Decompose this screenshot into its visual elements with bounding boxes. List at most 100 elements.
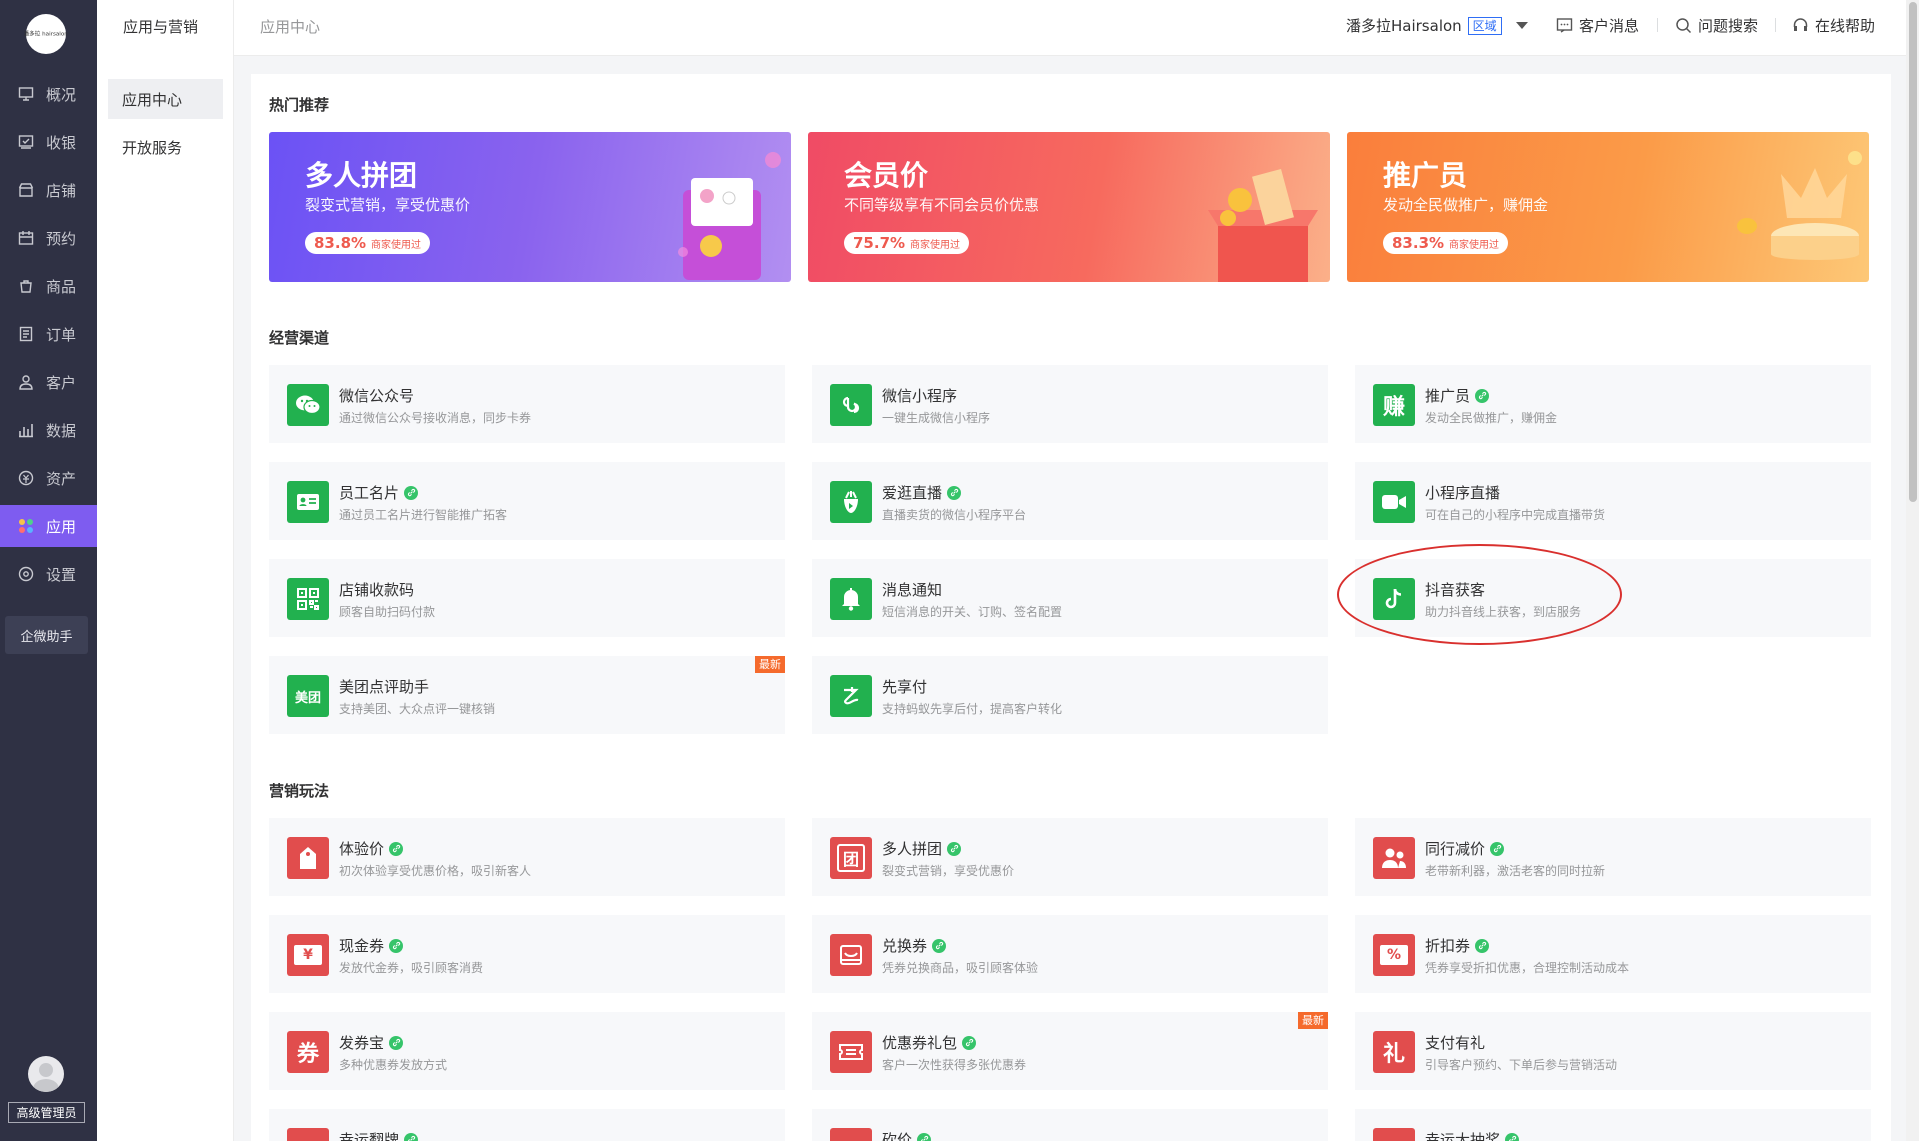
app-name: 幸运翻牌 <box>339 1129 419 1141</box>
link-icon <box>932 938 947 953</box>
brand-logo[interactable]: 潘多拉 hairsalon <box>23 14 69 54</box>
banner-member-price[interactable]: 会员价 不同等级享有不同会员价优惠 75.7% 商家使用过 <box>808 132 1330 282</box>
app-card-wechat-official[interactable]: 微信公众号 通过微信公众号接收消息，同步卡券 <box>269 365 785 443</box>
app-card-meituan[interactable]: 美团 美团点评助手 支持美团、大众点评一键核销 最新 <box>269 656 785 734</box>
nav-label: 概况 <box>46 85 77 104</box>
price-tag-icon <box>287 837 329 879</box>
scrollbar-thumb[interactable] <box>1909 2 1917 502</box>
app-card-miniprogram-live[interactable]: 小程序直播 可在自己的小程序中完成直播带货 <box>1355 462 1871 540</box>
nav-item-cashier[interactable]: 收银 <box>0 121 97 163</box>
link-icon <box>1505 1132 1520 1141</box>
app-card-trial-price[interactable]: 体验价 初次体验享受优惠价格，吸引新客人 <box>269 818 785 896</box>
earn-icon: 赚 <box>1373 384 1415 426</box>
app-desc: 一键生成微信小程序 <box>882 411 991 425</box>
nav-label: 资产 <box>46 469 77 488</box>
nav-item-goods[interactable]: 商品 <box>0 265 97 307</box>
customer-messages-button[interactable]: 客户消息 <box>1556 15 1639 36</box>
coin-icon <box>18 470 34 486</box>
nav-item-data[interactable]: 数据 <box>0 409 97 451</box>
top-bar: 应用中心 潘多拉Hairsalon 区域 客户消息 问题搜索 在线帮助 <box>234 0 1919 56</box>
faq-search-button[interactable]: 问题搜索 <box>1675 15 1758 36</box>
online-help-button[interactable]: 在线帮助 <box>1792 15 1875 36</box>
banner-group-buy[interactable]: 多人拼团 裂变式营销，享受优惠价 83.8% 商家使用过 <box>269 132 791 282</box>
shop-switcher[interactable]: 潘多拉Hairsalon 区域 <box>1346 15 1528 36</box>
app-name-text: 同行减价 <box>1425 840 1486 858</box>
live-icon <box>830 481 872 523</box>
app-card-bargain[interactable]: 砍价 <box>812 1109 1328 1141</box>
divider <box>1775 18 1776 32</box>
gear-icon <box>18 566 34 582</box>
app-card-store-qrcode[interactable]: 店铺收款码 顾客自助扫码付款 <box>269 559 785 637</box>
nav-item-settings[interactable]: 设置 <box>0 553 97 595</box>
app-name-text: 推广员 <box>1425 387 1471 405</box>
app-card-aiguang-live[interactable]: 爱逛直播 直播卖货的微信小程序平台 <box>812 462 1328 540</box>
subnav-item-app-center[interactable]: 应用中心 <box>108 79 223 119</box>
app-name-text: 优惠券礼包 <box>882 1034 958 1052</box>
app-card-staff-card[interactable]: 员工名片 通过员工名片进行智能推广拓客 <box>269 462 785 540</box>
app-card-exchange-coupon[interactable]: 兑换券 凭券兑换商品，吸引顾客体验 <box>812 915 1328 993</box>
app-desc: 初次体验享受优惠价格，吸引新客人 <box>339 864 532 878</box>
region-tag: 区域 <box>1467 16 1502 35</box>
app-desc: 通过员工名片进行智能推广拓客 <box>339 508 508 522</box>
chevron-down-icon[interactable] <box>1515 22 1528 29</box>
app-name: 发券宝 <box>339 1032 404 1053</box>
app-card-wechat-miniprogram[interactable]: 微信小程序 一键生成微信小程序 <box>812 365 1328 443</box>
nav-label: 订单 <box>46 325 77 344</box>
app-card-pay-gift[interactable]: 礼 支付有礼 引导客户预约、下单后参与营销活动 <box>1355 1012 1871 1090</box>
nav-item-booking[interactable]: 预约 <box>0 217 97 259</box>
app-desc: 多种优惠券发放方式 <box>339 1058 448 1072</box>
app-name-text: 体验价 <box>339 840 385 858</box>
usage-pill: 83.8% 商家使用过 <box>305 232 431 254</box>
app-desc: 直播卖货的微信小程序平台 <box>882 508 1027 522</box>
app-card-coupon-treasure[interactable]: 券 发券宝 多种优惠券发放方式 <box>269 1012 785 1090</box>
app-card-pay-later[interactable]: 先享付 支持蚂蚁先享后付，提高客户转化 <box>812 656 1328 734</box>
app-card-lucky-flip[interactable]: 幸运翻牌 <box>269 1109 785 1141</box>
banner-promoter[interactable]: 推广员 发动全民做推广，赚佣金 83.3% 商家使用过 <box>1347 132 1869 282</box>
scrollbar[interactable] <box>1906 0 1919 1141</box>
gift-icon: 礼 <box>1373 1031 1415 1073</box>
app-name: 抖音获客 <box>1425 579 1485 600</box>
breadcrumb: 应用中心 <box>260 18 321 36</box>
nav-item-assets[interactable]: 资产 <box>0 457 97 499</box>
subnav-item-open-service[interactable]: 开放服务 <box>108 127 223 167</box>
app-card-promoter[interactable]: 赚 推广员 发动全民做推广，赚佣金 <box>1355 365 1871 443</box>
cash-coupon-glyph: ¥ <box>294 945 322 965</box>
brand-logo-text: 潘多拉 hairsalon <box>23 30 69 38</box>
link-icon <box>947 485 962 500</box>
app-name-text: 幸运翻牌 <box>339 1131 400 1141</box>
app-card-peer-discount[interactable]: 同行减价 老带新利器，激活老客的同时拉新 <box>1355 818 1871 896</box>
nav-item-customers[interactable]: 客户 <box>0 361 97 403</box>
app-name: 爱逛直播 <box>882 482 962 503</box>
app-card-group-buy[interactable]: 团 多人拼团 裂变式营销，享受优惠价 <box>812 818 1328 896</box>
app-desc: 通过微信公众号接收消息，同步卡券 <box>339 411 532 425</box>
app-desc: 发动全民做推广，赚佣金 <box>1425 411 1558 425</box>
avatar[interactable] <box>28 1056 64 1092</box>
app-desc: 短信消息的开关、订购、签名配置 <box>882 605 1063 619</box>
store-icon <box>18 182 34 198</box>
nav-item-overview[interactable]: 概况 <box>0 73 97 115</box>
section-title-marketing: 营销玩法 <box>269 782 330 800</box>
app-card-cash-coupon[interactable]: ¥ 现金券 发放代金券，吸引顾客消费 <box>269 915 785 993</box>
app-desc: 发放代金券，吸引顾客消费 <box>339 961 484 975</box>
section-title-channels: 经营渠道 <box>269 329 330 347</box>
app-name-text: 兑换券 <box>882 937 928 955</box>
app-card-douyin[interactable]: 抖音获客 助力抖音线上获客，到店服务 <box>1355 559 1871 637</box>
app-card-discount-coupon[interactable]: % 折扣券 凭券享受折扣优惠，合理控制活动成本 <box>1355 915 1871 993</box>
nav-item-apps[interactable]: 应用 <box>0 505 97 547</box>
nav-item-store[interactable]: 店铺 <box>0 169 97 211</box>
app-card-coupon-pack[interactable]: 优惠券礼包 客户一次性获得多张优惠券 最新 <box>812 1012 1328 1090</box>
flip-card-icon <box>287 1128 329 1141</box>
app-desc: 顾客自助扫码付款 <box>339 605 436 619</box>
nav-item-orders[interactable]: 订单 <box>0 313 97 355</box>
wecom-assistant-button[interactable]: 企微助手 <box>5 616 88 654</box>
pay-later-icon <box>830 675 872 717</box>
app-card-lucky-draw[interactable]: 幸运大抽奖 <box>1355 1109 1871 1141</box>
gift-box-illustration <box>1208 168 1318 282</box>
link-icon <box>947 841 962 856</box>
divider <box>1657 18 1658 32</box>
link-icon <box>389 841 404 856</box>
nav-label: 数据 <box>46 421 77 440</box>
shop-name: 潘多拉Hairsalon <box>1346 17 1462 35</box>
app-card-notifications[interactable]: 消息通知 短信消息的开关、订购、签名配置 <box>812 559 1328 637</box>
online-help-label: 在线帮助 <box>1815 17 1876 35</box>
